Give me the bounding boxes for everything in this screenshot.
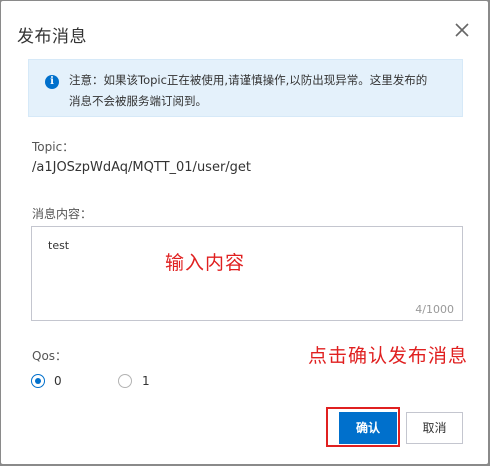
info-icon: i [45, 75, 59, 89]
notice-banner: i 注意：如果该Topic正在被使用,请谨慎操作,以防出现异常。这里发布的 消息… [28, 59, 463, 117]
annotation-confirm-hint: 点击确认发布消息 [308, 345, 469, 367]
qos-radio-0-label: 0 [54, 374, 62, 388]
qos-radio-0[interactable] [31, 374, 45, 388]
message-content-value: test [48, 239, 70, 252]
message-content-input[interactable]: test 4/1000 [31, 226, 463, 321]
publish-message-dialog: 发布消息 i 注意：如果该Topic正在被使用,请谨慎操作,以防出现异常。这里发… [1, 1, 488, 464]
message-content-label: 消息内容： [32, 207, 93, 221]
notice-text-line1: 注意：如果该Topic正在被使用,请谨慎操作,以防出现异常。这里发布的 [69, 73, 428, 87]
notice-text: 注意：如果该Topic正在被使用,请谨慎操作,以防出现异常。这里发布的 消息不会… [69, 70, 449, 112]
qos-radio-1-label: 1 [142, 374, 150, 388]
close-icon[interactable] [451, 19, 473, 41]
qos-radio-1[interactable] [118, 374, 132, 388]
qos-label: Qos： [32, 349, 68, 363]
dialog-title: 发布消息 [17, 27, 87, 47]
character-counter: 4/1000 [415, 303, 454, 316]
topic-value: /a1JOSzpWdAq/MQTT_01/user/get [32, 160, 252, 175]
cancel-button[interactable]: 取消 [406, 412, 463, 444]
annotation-input-hint: 输入内容 [165, 252, 246, 274]
topic-label: Topic： [32, 140, 75, 154]
confirm-button[interactable]: 确认 [339, 412, 397, 444]
notice-text-line2: 消息不会被服务端订阅到。 [69, 94, 207, 108]
